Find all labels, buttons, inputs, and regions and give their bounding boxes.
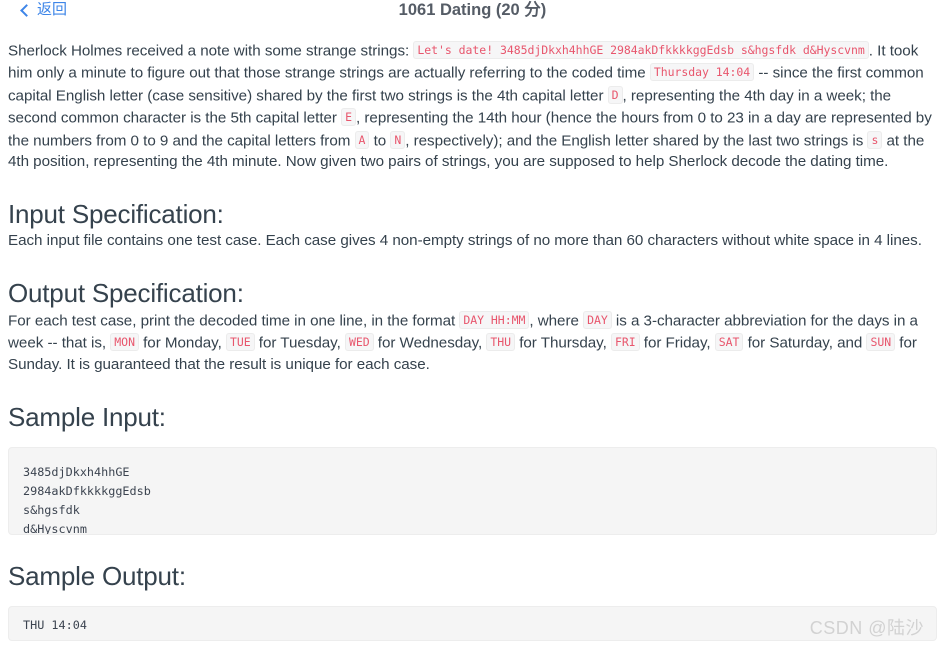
problem-content: Sherlock Holmes received a note with som… (0, 40, 945, 641)
problem-description: Sherlock Holmes received a note with som… (8, 40, 937, 173)
inline-code-sat: SAT (714, 333, 744, 352)
output-specification-body: For each test case, print the decoded ti… (8, 310, 937, 376)
sample-output-text: THU 14:04 (23, 617, 87, 632)
inline-code-mon: MON (110, 333, 139, 352)
inline-code-strange-strings: Let's date! 3485djDkxh4hhGE 2984akDfkkkk… (413, 41, 869, 59)
sample-input-code-block: 3485djDkxh4hhGE 2984akDfkkkkggEdsb s&hgs… (8, 446, 937, 535)
csdn-watermark: CSDN @陆沙 (809, 617, 924, 638)
output-text-2: , where (529, 312, 584, 330)
inline-code-letter-d: D (607, 85, 623, 104)
inline-code-letter-s: s (867, 130, 883, 149)
sample-output-code-block: THU 14:04 CSDN @陆沙 (8, 605, 937, 641)
heading-sample-input: Sample Input: (8, 401, 166, 432)
heading-output-specification: Output Specification: (8, 277, 244, 308)
output-text-7: for Thursday, (515, 334, 611, 352)
output-text-6: for Wednesday, (373, 334, 487, 352)
intro-text-7: , respectively); and the English letter … (405, 132, 868, 150)
input-specification-body: Each input file contains one test case. … (8, 231, 922, 249)
inline-code-tue: TUE (225, 333, 255, 352)
inline-code-letter-a: A (354, 130, 370, 149)
output-text-1: For each test case, print the decoded ti… (8, 312, 460, 330)
heading-input-specification: Input Specification: (8, 198, 224, 229)
inline-code-letter-e: E (341, 108, 357, 127)
inline-code-wed: WED (344, 333, 374, 352)
output-text-8: for Friday, (639, 334, 715, 352)
inline-code-thu: THU (486, 333, 516, 352)
inline-code-sun: SUN (866, 333, 896, 352)
inline-code-coded-time: Thursday 14:04 (649, 63, 755, 82)
inline-code-letter-n: N (390, 130, 406, 149)
output-text-9: for Saturday, and (743, 334, 867, 352)
page-title: 1061 Dating (20 分) (398, 1, 547, 19)
inline-code-format: DAY HH:MM (459, 310, 530, 329)
intro-text-1: Sherlock Holmes received a note with som… (8, 42, 414, 60)
inline-code-fri: FRI (610, 333, 640, 352)
output-text-5: for Tuesday, (254, 334, 345, 352)
inline-code-day: DAY (583, 310, 612, 329)
intro-text-6: to (369, 132, 391, 150)
page-header: 返回 1061 Dating (20 分) (0, 0, 945, 28)
heading-sample-output: Sample Output: (8, 560, 186, 591)
output-text-4: for Monday, (138, 334, 226, 352)
